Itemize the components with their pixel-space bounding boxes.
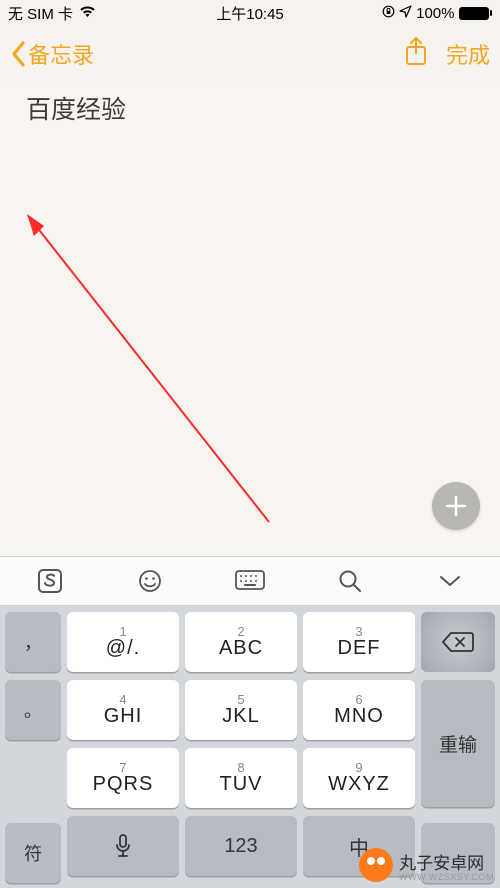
share-icon (404, 37, 428, 67)
watermark-text: 丸子安卓网 (399, 854, 484, 873)
lock-icon (382, 5, 395, 22)
plus-icon (443, 493, 469, 519)
period-key[interactable]: 。 (5, 680, 61, 740)
note-text: 百度经验 (26, 90, 474, 126)
search-icon[interactable] (335, 566, 365, 596)
backspace-key[interactable] (421, 612, 495, 672)
status-time: 上午10:45 (216, 3, 284, 24)
watermark-logo-icon (359, 848, 393, 882)
mic-key[interactable] (67, 816, 179, 876)
keyboard: ， 。 符 1@/. 2ABC 3DEF 4GHI 5JKL 6MNO 7PQR… (0, 606, 500, 888)
key-6[interactable]: 6MNO (303, 680, 415, 740)
key-5[interactable]: 5JKL (185, 680, 297, 740)
key-4[interactable]: 4GHI (67, 680, 179, 740)
123-key[interactable]: 123 (185, 816, 297, 876)
back-button[interactable]: 备忘录 (10, 38, 94, 70)
key-2[interactable]: 2ABC (185, 612, 297, 672)
key-1[interactable]: 1@/. (67, 612, 179, 672)
key-8[interactable]: 8TUV (185, 748, 297, 808)
add-button[interactable] (432, 482, 480, 530)
wifi-icon (79, 5, 96, 22)
backspace-icon (441, 630, 475, 654)
battery-pct: 100% (416, 5, 454, 22)
collapse-keyboard-icon[interactable] (435, 566, 465, 596)
mic-icon (114, 833, 132, 859)
key-3[interactable]: 3DEF (303, 612, 415, 672)
comma-key[interactable]: ， (5, 612, 61, 672)
key-7[interactable]: 7PQRS (67, 748, 179, 808)
sogou-icon[interactable] (35, 566, 65, 596)
battery-icon (459, 7, 493, 20)
carrier-text: 无 SIM 卡 (8, 3, 73, 24)
back-label: 备忘录 (28, 38, 94, 70)
redo-key[interactable]: 重输 (421, 680, 495, 807)
key-9[interactable]: 9WXYZ (303, 748, 415, 808)
annotation-arrow (24, 212, 304, 542)
emoji-icon[interactable] (135, 566, 165, 596)
nav-bar: 备忘录 完成 (0, 26, 500, 82)
status-bar: 无 SIM 卡 上午10:45 100% (0, 0, 500, 26)
note-editor[interactable]: 百度经验 (0, 82, 500, 556)
share-button[interactable] (404, 37, 428, 72)
done-button[interactable]: 完成 (446, 38, 490, 70)
chevron-left-icon (10, 41, 26, 67)
keyboard-toolbar (0, 556, 500, 606)
symbols-key[interactable]: 符 (5, 823, 61, 883)
watermark-url: WWW.WZSXSY.COM (399, 872, 494, 882)
keyboard-icon[interactable] (235, 566, 265, 596)
watermark: 丸子安卓网 WWW.WZSXSY.COM (359, 848, 494, 882)
location-icon (399, 5, 412, 22)
